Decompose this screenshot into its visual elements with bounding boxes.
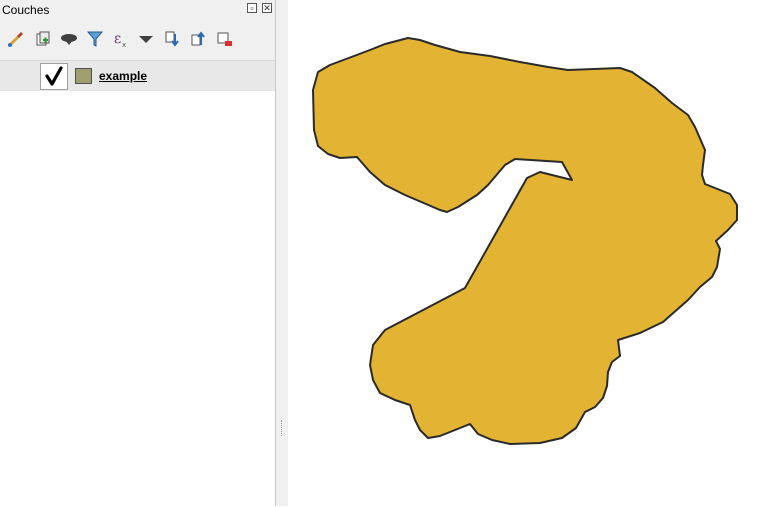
collapse-all-icon[interactable] [187,28,209,50]
splitter-grip[interactable] [281,420,284,436]
layer-tree: example [0,60,275,507]
layers-toolbar: εx [4,28,274,52]
layer-row[interactable]: example [0,61,275,91]
add-group-icon[interactable] [32,28,54,50]
checkmark-icon [45,66,63,86]
filter-legend-icon[interactable] [84,28,106,50]
manage-visibility-icon[interactable] [58,28,80,50]
layer-visibility-checkbox[interactable] [40,63,68,90]
layer-name-label[interactable]: example [99,69,147,83]
panel-title: Couches [2,3,50,17]
remove-layer-icon[interactable] [213,28,235,50]
svg-text:ε: ε [114,31,121,47]
map-polygon-feature[interactable] [312,37,738,445]
expand-all-icon[interactable] [161,28,183,50]
filter-expression-icon[interactable]: εx [110,28,132,50]
map-svg [312,37,738,445]
dropdown-arrow-icon[interactable] [135,28,157,50]
map-canvas[interactable] [288,0,774,506]
paintbrush-style-icon[interactable] [4,28,26,50]
close-panel-icon[interactable]: ✕ [262,3,272,13]
float-panel-icon[interactable]: ▫ [247,3,257,13]
layers-panel: Couches ▫ ✕ εx example [0,0,276,507]
svg-text:x: x [122,41,126,49]
panel-splitter[interactable] [276,0,288,506]
layer-symbol-swatch [75,68,92,84]
